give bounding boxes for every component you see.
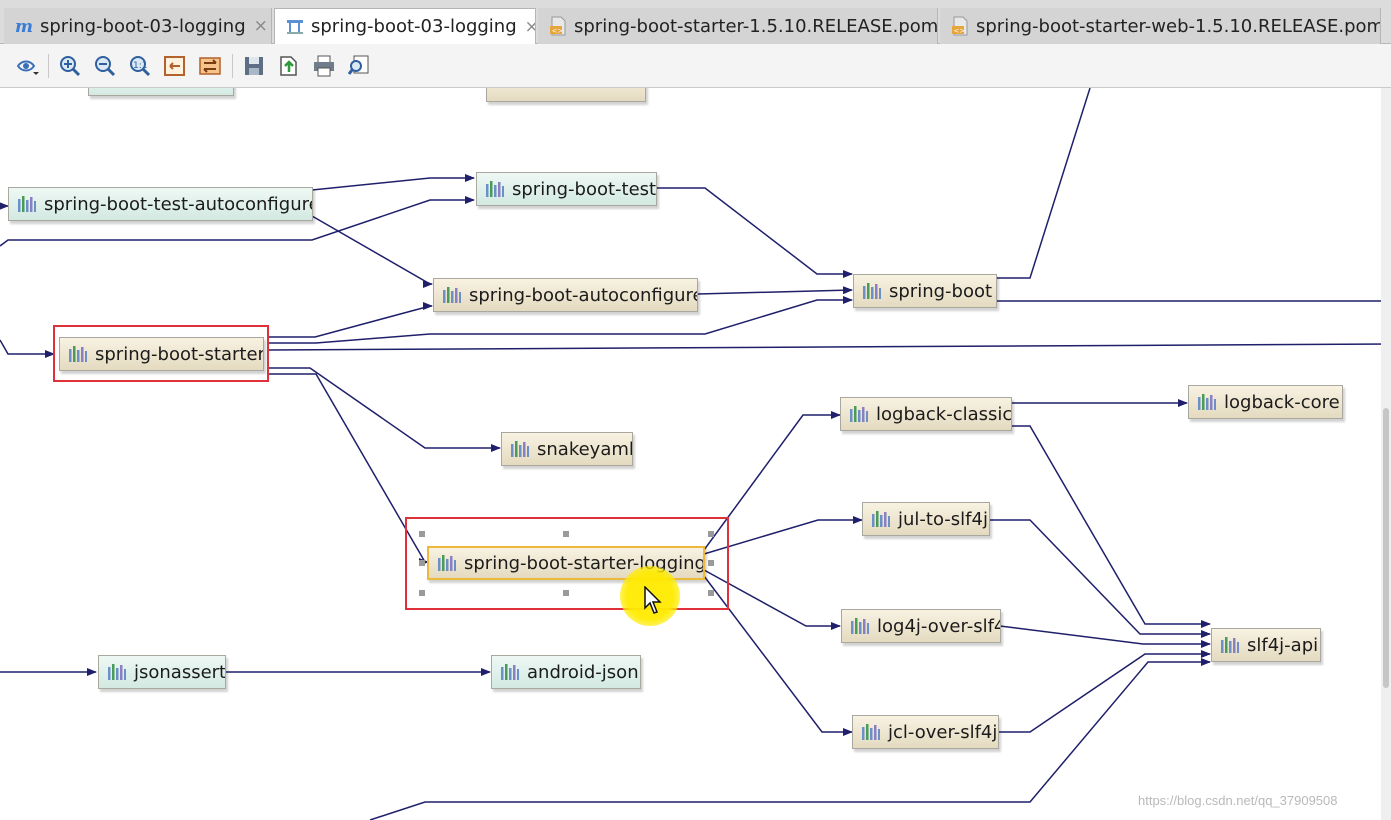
node-log4j-over-slf4j[interactable]: log4j-over-slf4j xyxy=(841,609,1001,643)
toolbar-separator xyxy=(48,54,49,78)
node-label: logback-core xyxy=(1224,391,1340,413)
dependency-node-partial[interactable] xyxy=(88,88,234,96)
library-icon xyxy=(486,181,504,197)
edge xyxy=(697,286,853,295)
library-icon xyxy=(1221,637,1239,653)
library-icon xyxy=(501,664,519,680)
fit-content-icon[interactable] xyxy=(163,54,187,78)
tab-dependency-diagram[interactable]: spring-boot-03-logging × xyxy=(274,8,536,44)
node-label: jcl-over-slf4j xyxy=(888,721,998,743)
mouse-pointer-icon xyxy=(644,586,662,614)
pom-file-icon: <> xyxy=(950,16,970,36)
edge xyxy=(268,302,433,338)
actual-size-icon[interactable]: 1:1 xyxy=(128,54,152,78)
node-label: jsonassert xyxy=(134,661,226,683)
edge xyxy=(268,373,429,566)
tab-starter-web-pom[interactable]: <> spring-boot-starter-web-1.5.10.RELEAS… xyxy=(940,8,1381,44)
node-label: logback-classic xyxy=(876,403,1012,425)
node-spring-boot-test[interactable]: spring-boot-test xyxy=(476,172,657,206)
edge xyxy=(999,650,1211,733)
watermark: https://blog.csdn.net/qq_37909508 xyxy=(1138,793,1338,808)
tab-label: spring-boot-03-logging xyxy=(311,16,517,37)
apply-layout-icon[interactable] xyxy=(198,54,222,78)
scrollbar-thumb[interactable] xyxy=(1383,408,1389,688)
node-label: android-json xyxy=(527,661,639,683)
svg-text:<>: <> xyxy=(552,27,564,35)
tab-label: spring-boot-03-logging xyxy=(40,15,246,37)
search-icon[interactable] xyxy=(347,54,371,78)
toolbar-separator xyxy=(232,54,233,78)
close-icon[interactable]: × xyxy=(525,17,535,37)
highlight-box xyxy=(405,517,729,610)
print-icon[interactable] xyxy=(312,54,336,78)
library-icon xyxy=(1198,394,1216,410)
library-icon xyxy=(851,618,869,634)
library-icon xyxy=(511,441,529,457)
close-icon[interactable]: × xyxy=(254,16,268,36)
node-label: jul-to-slf4j xyxy=(898,508,988,530)
node-label: log4j-over-slf4j xyxy=(877,615,1001,637)
node-slf4j-api[interactable]: slf4j-api xyxy=(1211,628,1321,662)
vertical-scrollbar[interactable] xyxy=(1381,88,1391,820)
library-icon xyxy=(443,287,461,303)
dependency-node-partial[interactable] xyxy=(486,88,646,102)
edge xyxy=(311,174,475,191)
svg-text:m: m xyxy=(15,17,33,36)
edge xyxy=(267,343,1391,351)
node-android-json[interactable]: android-json xyxy=(491,655,641,689)
edge xyxy=(989,519,1211,638)
tab-label: spring-boot-starter-1.5.10.RELEASE.pom xyxy=(574,15,938,37)
library-icon xyxy=(108,664,126,680)
node-jul-to-slf4j[interactable]: jul-to-slf4j xyxy=(862,502,990,536)
node-spring-boot-test-autoconfigure[interactable]: spring-boot-test-autoconfigure xyxy=(8,187,313,221)
export-icon[interactable] xyxy=(277,54,301,78)
edge xyxy=(311,215,433,288)
edge xyxy=(0,339,55,358)
tab-label: spring-boot-starter-web-1.5.10.RELEASE.p… xyxy=(976,15,1381,37)
library-icon xyxy=(18,196,36,212)
node-label: spring-boot-test-autoconfigure xyxy=(44,193,313,215)
tab-maven-project[interactable]: m spring-boot-03-logging × xyxy=(4,8,272,44)
show-options-icon[interactable] xyxy=(16,54,40,78)
edge xyxy=(996,88,1091,279)
node-logback-classic[interactable]: logback-classic xyxy=(840,397,1012,431)
library-icon xyxy=(850,406,868,422)
zoom-out-icon[interactable] xyxy=(93,54,117,78)
zoom-in-icon[interactable] xyxy=(58,54,82,78)
node-label: spring-boot-test xyxy=(512,178,657,200)
node-label: spring-boot-autoconfigure xyxy=(469,284,698,306)
node-jcl-over-slf4j[interactable]: jcl-over-slf4j xyxy=(852,715,999,749)
edge xyxy=(999,625,1211,648)
node-snakeyaml[interactable]: snakeyaml xyxy=(501,432,633,466)
tab-starter-pom[interactable]: <> spring-boot-starter-1.5.10.RELEASE.po… xyxy=(538,8,938,44)
node-label: snakeyaml xyxy=(537,438,633,460)
node-spring-boot-autoconfigure[interactable]: spring-boot-autoconfigure xyxy=(433,278,698,312)
edge xyxy=(657,187,853,278)
svg-text:<>: <> xyxy=(954,27,966,35)
editor-tab-bar: m spring-boot-03-logging × spring-boot-0… xyxy=(0,0,1391,44)
diagram-icon xyxy=(285,17,305,37)
maven-m-icon: m xyxy=(14,16,34,37)
pom-file-icon: <> xyxy=(548,16,568,36)
node-jsonassert[interactable]: jsonassert xyxy=(98,655,226,689)
node-logback-core[interactable]: logback-core xyxy=(1188,385,1343,419)
save-icon[interactable] xyxy=(242,54,266,78)
highlight-box xyxy=(53,325,269,382)
node-label: slf4j-api xyxy=(1247,634,1319,656)
node-label: spring-boot xyxy=(889,280,993,302)
node-spring-boot[interactable]: spring-boot xyxy=(853,274,997,308)
library-icon xyxy=(863,283,881,299)
diagram-toolbar: 1:1 xyxy=(0,44,1391,88)
svg-text:1:1: 1:1 xyxy=(133,61,147,71)
library-icon xyxy=(872,511,890,527)
edge xyxy=(268,367,501,452)
dependency-diagram-canvas[interactable]: spring-boot-test-autoconfigure spring-bo… xyxy=(0,88,1391,820)
library-icon xyxy=(862,724,880,740)
edge xyxy=(1011,425,1211,628)
